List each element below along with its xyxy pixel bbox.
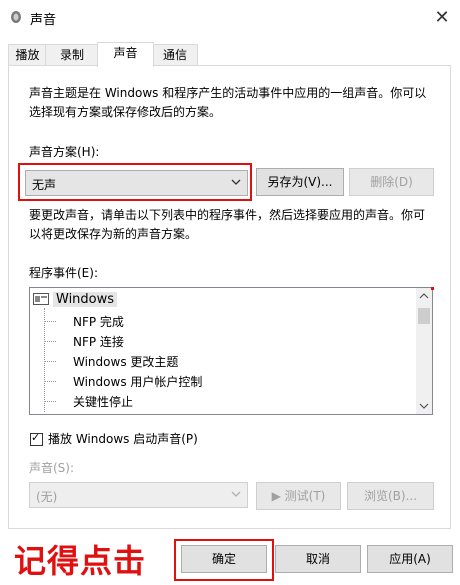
change-text-line1: 要更改声音，请单击以下列表中的程序事件，然后选择要应用的声音。你可 <box>29 208 426 222</box>
list-item[interactable]: NFP 连接 <box>73 333 124 350</box>
chevron-down-icon <box>231 491 241 497</box>
scheme-label: 声音方案(H): <box>29 145 100 159</box>
save-as-button[interactable]: 另存为(V)... <box>256 168 344 196</box>
tab-sounds[interactable]: 声音 <box>97 42 154 67</box>
title-bar: 声音 ✕ <box>0 0 460 36</box>
program-events-list[interactable]: Windows NFP 完成 NFP 连接 Windows 更改主题 Windo… <box>29 287 433 415</box>
intro-text-line1: 声音主题是在 Windows 和程序产生的活动事件中应用的一组声音。你可以 <box>29 86 427 100</box>
sound-label: 声音(S): <box>29 461 75 475</box>
sound-scheme-value: 无声 <box>32 178 57 192</box>
delete-button[interactable]: 删除(D) <box>349 168 434 196</box>
sound-scheme-select[interactable]: 无声 <box>25 170 248 196</box>
red-dot <box>431 287 434 290</box>
window-icon <box>33 293 49 305</box>
speaker-icon <box>11 11 21 23</box>
list-item[interactable]: 关键性停止 <box>73 393 133 410</box>
scrollbar-thumb[interactable] <box>418 308 430 324</box>
ok-button[interactable]: 确定 <box>181 545 267 573</box>
window-title: 声音 <box>30 13 57 28</box>
list-item[interactable]: Windows 用户帐户控制 <box>73 373 202 390</box>
test-button[interactable]: ▶ 测试(T) <box>256 482 341 510</box>
events-label: 程序事件(E): <box>29 266 98 280</box>
startup-sound-checkbox[interactable]: ✓ <box>30 431 43 446</box>
close-icon: ✕ <box>434 7 450 28</box>
sound-select-value: (无) <box>36 490 58 504</box>
list-item[interactable]: NFP 完成 <box>73 313 124 330</box>
list-root-label: Windows <box>53 292 118 307</box>
chevron-down-icon <box>231 179 241 185</box>
tab-recording[interactable]: 录制 <box>45 44 99 66</box>
list-item[interactable]: Windows 更改主题 <box>73 353 178 370</box>
cancel-button[interactable]: 取消 <box>275 545 361 573</box>
list-scrollbar[interactable] <box>416 288 432 414</box>
close-button[interactable]: ✕ <box>430 6 454 30</box>
change-text-line2: 以将更改保存为新的声音方案。 <box>29 227 198 241</box>
intro-text-line2: 选择现有方案或保存修改后的方案。 <box>29 105 222 119</box>
tab-communications[interactable]: 通信 <box>152 44 198 66</box>
scroll-up-icon[interactable] <box>419 291 429 301</box>
scroll-down-icon[interactable] <box>419 401 429 411</box>
startup-sound-label: 播放 Windows 启动声音(P) <box>48 432 198 446</box>
apply-button[interactable]: 应用(A) <box>367 545 453 573</box>
check-icon: ✓ <box>31 431 41 444</box>
sound-select[interactable]: (无) <box>29 482 248 508</box>
annotation-text: 记得点击 <box>14 542 147 580</box>
tree-line <box>44 308 45 412</box>
tab-playback[interactable]: 播放 <box>8 44 47 66</box>
browse-button[interactable]: 浏览(B)... <box>347 482 434 510</box>
